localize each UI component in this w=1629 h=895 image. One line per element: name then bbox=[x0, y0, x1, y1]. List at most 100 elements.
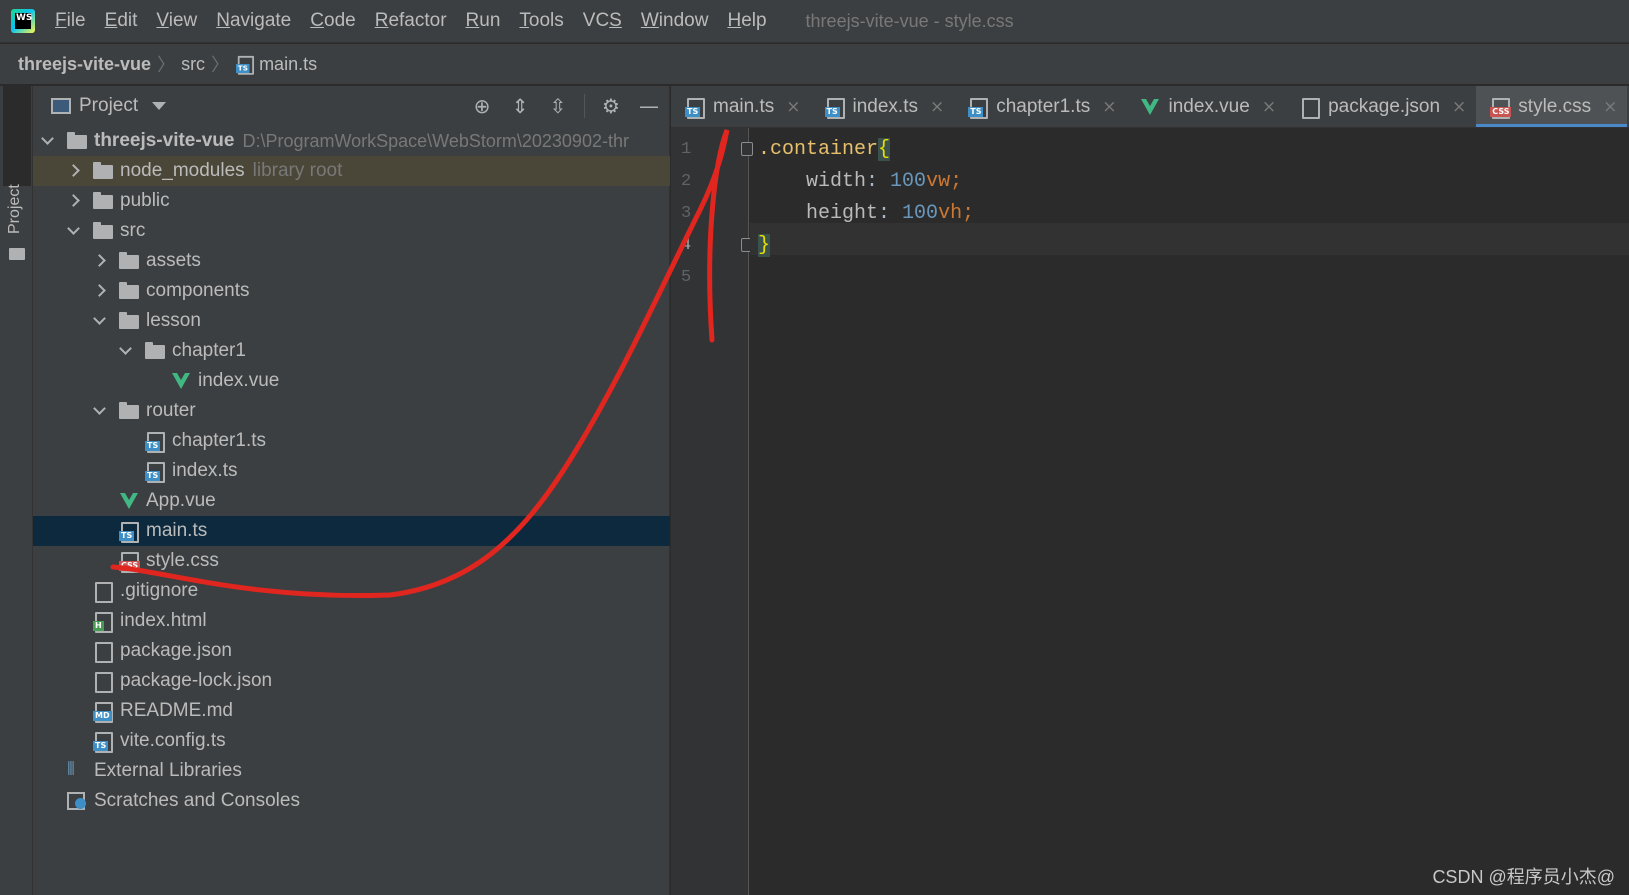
breadcrumb-separator: 〉 bbox=[211, 55, 230, 75]
tree-item-label: index.ts bbox=[172, 460, 238, 481]
menu-item[interactable]: VCS bbox=[583, 10, 622, 32]
watermark: CSDN @程序员小杰@ bbox=[1432, 867, 1615, 887]
editor-gutter: 1 2 3 4 5 bbox=[671, 128, 753, 895]
gear-icon[interactable]: ⚙ bbox=[599, 94, 623, 118]
tree-item[interactable]: TS main.ts bbox=[33, 516, 670, 546]
menu-item[interactable]: Tools bbox=[519, 10, 563, 32]
line-number: 1 bbox=[681, 140, 692, 159]
generic-file-icon bbox=[1300, 97, 1321, 119]
expand-all-icon[interactable]: ⇕ bbox=[508, 94, 532, 118]
close-icon[interactable]: × bbox=[1102, 97, 1116, 117]
menu-item[interactable]: Navigate bbox=[216, 10, 291, 32]
tree-item[interactable]: node_modules library root bbox=[33, 156, 670, 186]
editor-tab[interactable]: TS index.ts × bbox=[811, 86, 955, 127]
breadcrumb-file[interactable]: main.ts bbox=[259, 54, 317, 75]
menu-item[interactable]: Edit bbox=[105, 10, 138, 32]
tree-item-label: node_modules bbox=[120, 160, 245, 181]
line-number: 3 bbox=[681, 204, 692, 223]
chevron-down-icon[interactable] bbox=[41, 135, 53, 147]
code-line-2: width: 100vw; bbox=[806, 170, 963, 193]
collapse-all-icon[interactable]: ⇳ bbox=[546, 94, 570, 118]
breadcrumb-folder[interactable]: src bbox=[181, 54, 205, 75]
tree-item[interactable]: assets bbox=[33, 246, 670, 276]
tree-item-label: External Libraries bbox=[94, 760, 242, 781]
line-number: 5 bbox=[681, 268, 692, 287]
locate-icon[interactable]: ⊕ bbox=[470, 94, 494, 118]
generic-file-icon bbox=[93, 672, 113, 693]
editor-tab[interactable]: TS main.ts × bbox=[671, 86, 811, 127]
editor-tabs: TS main.ts × TS index.ts × TS chapter1.ts × index… bbox=[671, 86, 1629, 128]
chevron-right-icon[interactable] bbox=[67, 165, 79, 177]
generic-file-icon bbox=[93, 582, 113, 603]
close-icon[interactable]: × bbox=[1603, 97, 1617, 117]
code-line-4: } bbox=[758, 234, 771, 257]
tree-item[interactable]: MD README.md bbox=[33, 696, 670, 726]
close-icon[interactable]: × bbox=[786, 97, 800, 117]
tree-item-label: src bbox=[120, 220, 146, 241]
folder-icon bbox=[145, 342, 165, 359]
html-file-icon: H bbox=[93, 612, 113, 633]
code-area[interactable]: .container{ width: 100vw; height: 100vh;… bbox=[750, 128, 1629, 895]
chevron-down-icon[interactable] bbox=[152, 102, 167, 110]
editor-tab[interactable]: CSS style.css × bbox=[1476, 86, 1628, 127]
tree-item[interactable]: package-lock.json bbox=[33, 666, 670, 696]
tree-item-label: public bbox=[120, 190, 170, 211]
tree-item[interactable]: TS index.ts bbox=[33, 456, 670, 486]
tree-item[interactable]: index.vue bbox=[33, 366, 670, 396]
menu-item[interactable]: Window bbox=[641, 10, 709, 32]
tree-item-label: threejs-vite-vue bbox=[94, 130, 235, 151]
tree-item[interactable]: router bbox=[33, 396, 670, 426]
tree-item[interactable]: threejs-vite-vue D:\ProgramWorkSpace\WebS… bbox=[33, 126, 670, 156]
chevron-right-icon[interactable] bbox=[93, 285, 105, 297]
vue-file-icon bbox=[1140, 98, 1160, 116]
tree-item[interactable]: TS vite.config.ts bbox=[33, 726, 670, 756]
menu-item[interactable]: Run bbox=[466, 10, 501, 32]
tree-item[interactable]: public bbox=[33, 186, 670, 216]
editor-tab[interactable]: package.json × bbox=[1286, 86, 1476, 127]
tree-item[interactable]: Scratches and Consoles bbox=[33, 786, 670, 816]
menu-bar: WS File Edit View Navigate Code Refactor Run To… bbox=[0, 0, 1629, 43]
chevron-down-icon[interactable] bbox=[93, 315, 105, 327]
tree-item[interactable]: .gitignore bbox=[33, 576, 670, 606]
tree-item[interactable]: lesson bbox=[33, 306, 670, 336]
chevron-down-icon[interactable] bbox=[93, 405, 105, 417]
chevron-right-icon[interactable] bbox=[67, 195, 79, 207]
editor-tab[interactable]: TS chapter1.ts × bbox=[954, 86, 1126, 127]
editor-tab-label: chapter1.ts bbox=[996, 95, 1091, 117]
minimize-icon[interactable]: — bbox=[637, 94, 661, 118]
project-tool-window-button[interactable] bbox=[3, 86, 31, 186]
tree-item[interactable]: components bbox=[33, 276, 670, 306]
webstorm-logo-icon[interactable]: WS bbox=[11, 9, 35, 33]
folder-icon bbox=[67, 132, 87, 149]
tree-item[interactable]: src bbox=[33, 216, 670, 246]
close-icon[interactable]: × bbox=[930, 97, 944, 117]
menu-item[interactable]: File bbox=[55, 10, 86, 32]
menu-item[interactable]: View bbox=[156, 10, 197, 32]
tree-item-label: package-lock.json bbox=[120, 670, 273, 691]
chevron-right-icon[interactable] bbox=[93, 255, 105, 267]
project-panel-title[interactable]: Project bbox=[79, 95, 138, 117]
tree-item[interactable]: chapter1 bbox=[33, 336, 670, 366]
tree-item[interactable]: CSS style.css bbox=[33, 546, 670, 576]
project-tool-window-label[interactable]: Project bbox=[6, 184, 24, 234]
tree-item[interactable]: package.json bbox=[33, 636, 670, 666]
tree-item[interactable]: App.vue bbox=[33, 486, 670, 516]
breadcrumb-project[interactable]: threejs-vite-vue bbox=[18, 54, 151, 75]
tree-item[interactable]: TS chapter1.ts bbox=[33, 426, 670, 456]
folder-icon bbox=[119, 252, 139, 269]
tree-item[interactable]: Hindex.html bbox=[33, 606, 670, 636]
chevron-down-icon[interactable] bbox=[67, 225, 79, 237]
close-icon[interactable]: × bbox=[1262, 97, 1276, 117]
vue-file-icon bbox=[119, 492, 139, 510]
close-icon[interactable]: × bbox=[1452, 97, 1466, 117]
tree-item[interactable]: External Libraries bbox=[33, 756, 670, 786]
tree-item-label: index.vue bbox=[198, 370, 280, 391]
menu-item[interactable]: Refactor bbox=[375, 10, 447, 32]
editor-tab[interactable]: index.vue × bbox=[1126, 86, 1286, 127]
project-path: D:\ProgramWorkSpace\WebStorm\20230902-th… bbox=[242, 130, 629, 151]
chevron-down-icon[interactable] bbox=[119, 345, 131, 357]
menu-item[interactable]: Code bbox=[310, 10, 355, 32]
menu-item[interactable]: Help bbox=[727, 10, 766, 32]
tree-item-label: chapter1.ts bbox=[172, 430, 266, 451]
editor-tab-label: main.ts bbox=[713, 95, 775, 117]
